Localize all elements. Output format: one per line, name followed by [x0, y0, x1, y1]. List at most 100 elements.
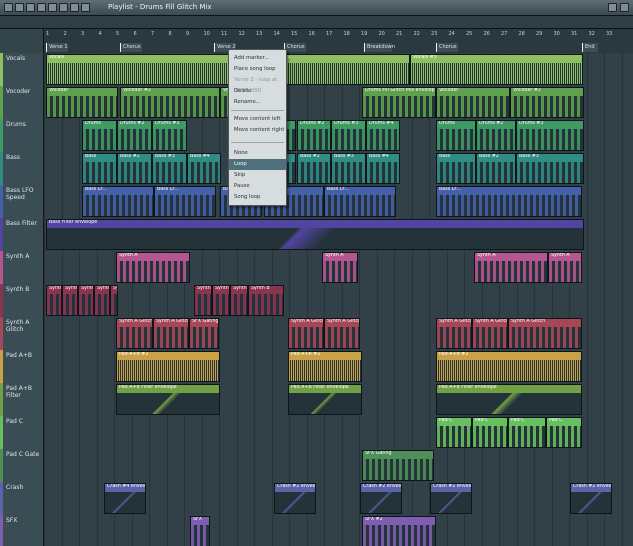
pattern-clip[interactable]: Pad C	[508, 417, 546, 448]
track-name[interactable]: Drums	[0, 119, 44, 152]
timeline-marker[interactable]: End	[582, 43, 598, 52]
delete-icon[interactable]	[59, 3, 68, 12]
track-name[interactable]: Pad A+B Filter	[0, 383, 44, 416]
track-name[interactable]: Bass LFO Speed	[0, 185, 44, 218]
pattern-clip[interactable]: Synth A	[322, 252, 358, 283]
timeline-marker[interactable]: Chorus	[120, 43, 142, 52]
pattern-clip[interactable]: Synth A Glitch	[508, 318, 582, 349]
track-lane[interactable]: Drums Drums #2 Drums #3 Drums Drums #2 Drums …	[44, 119, 633, 152]
pattern-clip[interactable]: Bass #3	[516, 153, 584, 184]
timeline-ruler[interactable]: 1 2 3 4 5 6 7 8 9 10 11 12 13 14 15 16 17 18 19 20 21 22 23 24 2…	[44, 29, 633, 53]
pattern-clip[interactable]: Vocoder #2	[120, 87, 220, 118]
track-name[interactable]: Vocoder	[0, 86, 44, 119]
pattern-clip[interactable]: Bass	[82, 153, 117, 184]
timeline-marker[interactable]: Chorus	[436, 43, 458, 52]
menu-icon[interactable]	[15, 3, 24, 12]
pattern-clip[interactable]: Pad C	[436, 417, 472, 448]
track-lane[interactable]: Crash #4 envelope Crash #2 envelope Crash …	[44, 482, 633, 515]
pattern-clip[interactable]: Bass #2	[476, 153, 516, 184]
pattern-clip[interactable]: Synth A Glitch	[116, 318, 153, 349]
pattern-clip[interactable]: Synth B	[62, 285, 78, 316]
pattern-clip[interactable]: Drums Fill Glitch Mix envelope	[362, 87, 436, 118]
pattern-clip[interactable]: Drums #2	[297, 120, 331, 151]
pattern-clip[interactable]: Drums #2	[117, 120, 152, 151]
track-lane[interactable]: SFX Gating	[44, 449, 633, 482]
menu-item[interactable]: Song loop	[229, 192, 286, 203]
pattern-clip[interactable]: Pad A+B #2	[116, 351, 220, 382]
pattern-clip[interactable]: Bass #2	[297, 153, 331, 184]
pattern-clip[interactable]: Pad A+B Filter envelope	[288, 384, 362, 415]
pattern-clip[interactable]: Vocoder	[436, 87, 510, 118]
pattern-clip[interactable]: Crash #2 envelope	[360, 483, 402, 514]
timeline-marker[interactable]: Breakdown	[364, 43, 395, 52]
pattern-clip[interactable]: Bass #4	[366, 153, 400, 184]
pattern-clip[interactable]: Crash #2 envelope	[430, 483, 472, 514]
marker-context-menu[interactable]: Add marker... Place song loop Verse 2 - lo…	[228, 49, 287, 206]
close-window-icon[interactable]	[620, 3, 629, 12]
track-lane[interactable]: Pad A+B Filter envelope Pad A+B Filter en…	[44, 383, 633, 416]
select-icon[interactable]	[70, 3, 79, 12]
menu-item[interactable]: Place song loop	[229, 64, 286, 75]
track-name[interactable]: Synth A	[0, 251, 44, 284]
pattern-clip[interactable]: Bass Filter envelope	[46, 219, 584, 250]
pattern-clip[interactable]: Synth A	[474, 252, 548, 283]
track-name[interactable]: Vocals	[0, 53, 44, 86]
pattern-clip[interactable]: Bass #3	[331, 153, 366, 184]
timeline-marker[interactable]: Chorus	[284, 43, 306, 52]
track-lane[interactable]: Bass LF... Bass LF... Bass LF... Bass LF...…	[44, 185, 633, 218]
pattern-clip[interactable]: Pad A+B Filter envelope	[116, 384, 220, 415]
pattern-clip[interactable]: Synth A	[548, 252, 582, 283]
menu-item[interactable]: Skip	[229, 170, 286, 181]
minimize-window-icon[interactable]	[608, 3, 617, 12]
pattern-clip[interactable]: Synth B	[94, 285, 110, 316]
menu-item[interactable]: Move content left	[229, 114, 286, 125]
track-name[interactable]: Pad C	[0, 416, 44, 449]
track-lane[interactable]: Synth A Synth A Synth A Synth A	[44, 251, 633, 284]
pattern-clip[interactable]: Vocoder #2	[510, 87, 584, 118]
pattern-clip[interactable]: SFX #2	[362, 516, 436, 546]
minimize-icon[interactable]	[4, 3, 13, 12]
pattern-clip[interactable]: Vocoder	[46, 87, 118, 118]
pattern-clip[interactable]: Synth A Glitch	[324, 318, 360, 349]
pattern-clip[interactable]: Drums #4	[366, 120, 400, 151]
draw-icon[interactable]	[37, 3, 46, 12]
pattern-clip[interactable]: Drums #3	[516, 120, 584, 151]
track-lane[interactable]: VocalsVocals #2Vocals #3	[44, 53, 633, 86]
track-lane[interactable]: Synth BSynth BSynth BSynth BSynth BSynth…	[44, 284, 633, 317]
pattern-clip[interactable]: Bass LF...	[82, 186, 154, 217]
track-name[interactable]: Bass	[0, 152, 44, 185]
pattern-clip[interactable]: Pad A+B Filter envelope	[436, 384, 582, 415]
pattern-clip[interactable]: Synth A Glitch	[153, 318, 189, 349]
pattern-clip[interactable]: Bass #4	[187, 153, 221, 184]
track-lane[interactable]: VocoderVocoder #2Vocoder #3Drums Fill Gl…	[44, 86, 633, 119]
pattern-clip[interactable]: Drums	[82, 120, 117, 151]
pattern-clip[interactable]: Drums	[436, 120, 476, 151]
pattern-clip[interactable]: Pad A+B #2	[436, 351, 582, 382]
pattern-clip[interactable]: Pad A+B #2	[288, 351, 362, 382]
menu-item[interactable]: Move content right	[229, 125, 286, 136]
pattern-clip[interactable]: Crash #2 envelope	[274, 483, 316, 514]
pattern-clip[interactable]: Pad C	[472, 417, 508, 448]
menu-item[interactable]: Pause	[229, 181, 286, 192]
pattern-clip[interactable]: Synth A Glitch	[472, 318, 508, 349]
track-name[interactable]: Synth A Glitch	[0, 317, 44, 350]
menu-item[interactable]: None	[229, 148, 286, 159]
paint-icon[interactable]	[48, 3, 57, 12]
pattern-clip[interactable]: Drums #3	[152, 120, 187, 151]
track-name[interactable]: Pad C Gate	[0, 449, 44, 482]
pattern-clip[interactable]: Drums #2	[476, 120, 516, 151]
track-name[interactable]: Bass Filter	[0, 218, 44, 251]
pattern-clip[interactable]: Bass #2	[117, 153, 152, 184]
menu-item[interactable]: Delete	[229, 86, 286, 97]
pattern-clip[interactable]: Vocals #3	[410, 54, 583, 85]
track-name[interactable]: Synth B	[0, 284, 44, 317]
pattern-clip[interactable]: Bass LF...	[154, 186, 216, 217]
pattern-clip[interactable]: Synth B	[230, 285, 248, 316]
pattern-clip[interactable]: Synth B	[110, 285, 118, 316]
pattern-clip[interactable]: Bass LF...	[436, 186, 582, 217]
pattern-clip[interactable]: Crash #4 envelope	[104, 483, 146, 514]
pattern-clip[interactable]: Bass	[436, 153, 476, 184]
track-lane[interactable]: Pad C Pad C Pad C Pad C	[44, 416, 633, 449]
track-name[interactable]: Crash	[0, 482, 44, 515]
pattern-clip[interactable]: SFX	[190, 516, 210, 546]
